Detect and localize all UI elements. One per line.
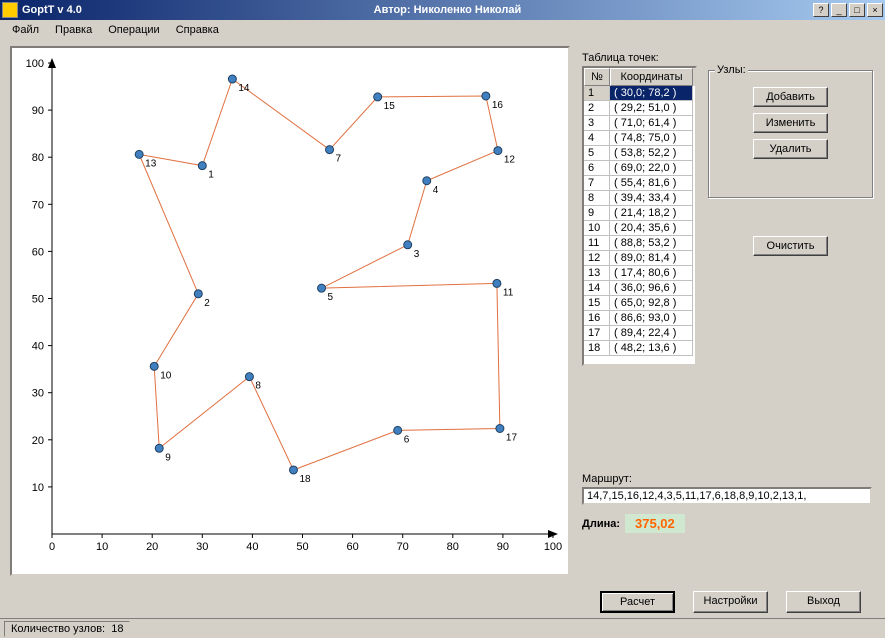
svg-text:13: 13	[145, 158, 157, 169]
table-row[interactable]: 10( 20,4; 35,6 )	[584, 221, 695, 236]
svg-text:11: 11	[503, 287, 514, 298]
title-bar: GoptT v 4.0 Автор: Николенко Николай ? _…	[0, 0, 885, 20]
svg-text:50: 50	[32, 294, 44, 306]
svg-text:6: 6	[404, 434, 410, 445]
settings-button[interactable]: Настройки	[693, 591, 768, 613]
svg-text:16: 16	[492, 100, 504, 111]
table-header-number[interactable]: №	[584, 68, 610, 86]
table-row[interactable]: 1( 30,0; 78,2 )	[584, 86, 695, 101]
table-row[interactable]: 18( 48,2; 13,6 )	[584, 341, 695, 356]
points-table[interactable]: № Координаты 1( 30,0; 78,2 )2( 29,2; 51,…	[582, 66, 697, 366]
window-subtitle: Автор: Николенко Николай	[82, 4, 813, 16]
svg-text:30: 30	[32, 388, 44, 400]
table-row[interactable]: 3( 71,0; 61,4 )	[584, 116, 695, 131]
table-row[interactable]: 17( 89,4; 22,4 )	[584, 326, 695, 341]
scatter-chart: 0 10 20 30 40 50 60 70 80 90 100 10 20 30 40 50 60 70 80 90…	[12, 48, 568, 574]
table-row[interactable]: 5( 53,8; 52,2 )	[584, 146, 695, 161]
table-title: Таблица точек:	[582, 52, 659, 64]
length-label: Длина:	[582, 518, 620, 530]
table-row[interactable]: 12( 89,0; 81,4 )	[584, 251, 695, 266]
table-header-coords[interactable]: Координаты	[610, 68, 693, 86]
svg-text:15: 15	[384, 101, 396, 112]
svg-text:50: 50	[296, 541, 308, 553]
table-row[interactable]: 15( 65,0; 92,8 )	[584, 296, 695, 311]
svg-text:90: 90	[32, 105, 44, 117]
delete-button[interactable]: Удалить	[753, 139, 828, 159]
svg-text:70: 70	[32, 199, 44, 211]
svg-text:18: 18	[299, 474, 311, 485]
svg-text:40: 40	[32, 341, 44, 353]
svg-text:1: 1	[208, 170, 214, 181]
maximize-button[interactable]: □	[849, 3, 865, 17]
table-row[interactable]: 6( 69,0; 22,0 )	[584, 161, 695, 176]
chart-panel: 0 10 20 30 40 50 60 70 80 90 100 10 20 30 40 50 60 70 80 90…	[10, 46, 570, 576]
table-row[interactable]: 16( 86,6; 93,0 )	[584, 311, 695, 326]
status-bar: Количество узлов: 18	[0, 618, 885, 638]
svg-text:100: 100	[544, 541, 562, 553]
menu-help[interactable]: Справка	[168, 22, 227, 38]
svg-text:90: 90	[497, 541, 509, 553]
svg-text:80: 80	[447, 541, 459, 553]
calculate-button[interactable]: Расчет	[600, 591, 675, 613]
svg-text:40: 40	[246, 541, 258, 553]
svg-text:12: 12	[504, 155, 516, 166]
table-row[interactable]: 8( 39,4; 33,4 )	[584, 191, 695, 206]
svg-text:10: 10	[32, 482, 44, 494]
table-row[interactable]: 11( 88,8; 53,2 )	[584, 236, 695, 251]
nodes-group-legend: Узлы:	[715, 64, 748, 76]
app-icon	[2, 2, 18, 18]
svg-text:20: 20	[146, 541, 158, 553]
svg-text:60: 60	[346, 541, 358, 553]
menu-file[interactable]: Файл	[4, 22, 47, 38]
add-button[interactable]: Добавить	[753, 87, 828, 107]
svg-text:14: 14	[238, 83, 250, 94]
svg-text:8: 8	[255, 381, 261, 392]
svg-text:80: 80	[32, 152, 44, 164]
table-row[interactable]: 13( 17,4; 80,6 )	[584, 266, 695, 281]
svg-text:70: 70	[397, 541, 409, 553]
table-row[interactable]: 7( 55,4; 81,6 )	[584, 176, 695, 191]
svg-text:0: 0	[49, 541, 55, 553]
route-input[interactable]	[582, 487, 872, 505]
table-row[interactable]: 9( 21,4; 18,2 )	[584, 206, 695, 221]
svg-text:100: 100	[26, 58, 44, 70]
svg-text:17: 17	[506, 432, 518, 443]
route-label: Маршрут:	[582, 473, 632, 485]
table-row[interactable]: 2( 29,2; 51,0 )	[584, 101, 695, 116]
svg-text:10: 10	[160, 370, 172, 381]
minimize-button[interactable]: _	[831, 3, 847, 17]
exit-button[interactable]: Выход	[786, 591, 861, 613]
svg-text:20: 20	[32, 435, 44, 447]
help-button[interactable]: ?	[813, 3, 829, 17]
nodes-groupbox: Узлы: Добавить Изменить Удалить	[708, 70, 873, 198]
menu-bar: Файл Правка Операции Справка	[0, 20, 885, 40]
clear-button[interactable]: Очистить	[753, 236, 828, 256]
svg-text:2: 2	[204, 298, 210, 309]
svg-text:10: 10	[96, 541, 108, 553]
close-button[interactable]: ×	[867, 3, 883, 17]
svg-text:60: 60	[32, 246, 44, 258]
menu-edit[interactable]: Правка	[47, 22, 100, 38]
menu-operations[interactable]: Операции	[100, 22, 167, 38]
svg-text:4: 4	[433, 185, 439, 196]
svg-text:9: 9	[165, 452, 171, 463]
svg-text:30: 30	[196, 541, 208, 553]
table-row[interactable]: 4( 74,8; 75,0 )	[584, 131, 695, 146]
svg-text:5: 5	[328, 292, 334, 303]
edit-button[interactable]: Изменить	[753, 113, 828, 133]
status-node-count: Количество узлов: 18	[4, 621, 130, 637]
svg-text:3: 3	[414, 249, 420, 260]
svg-text:7: 7	[336, 154, 342, 165]
window-title: GoptT v 4.0	[22, 4, 82, 16]
length-value: 375,02	[625, 514, 685, 533]
table-row[interactable]: 14( 36,0; 96,6 )	[584, 281, 695, 296]
